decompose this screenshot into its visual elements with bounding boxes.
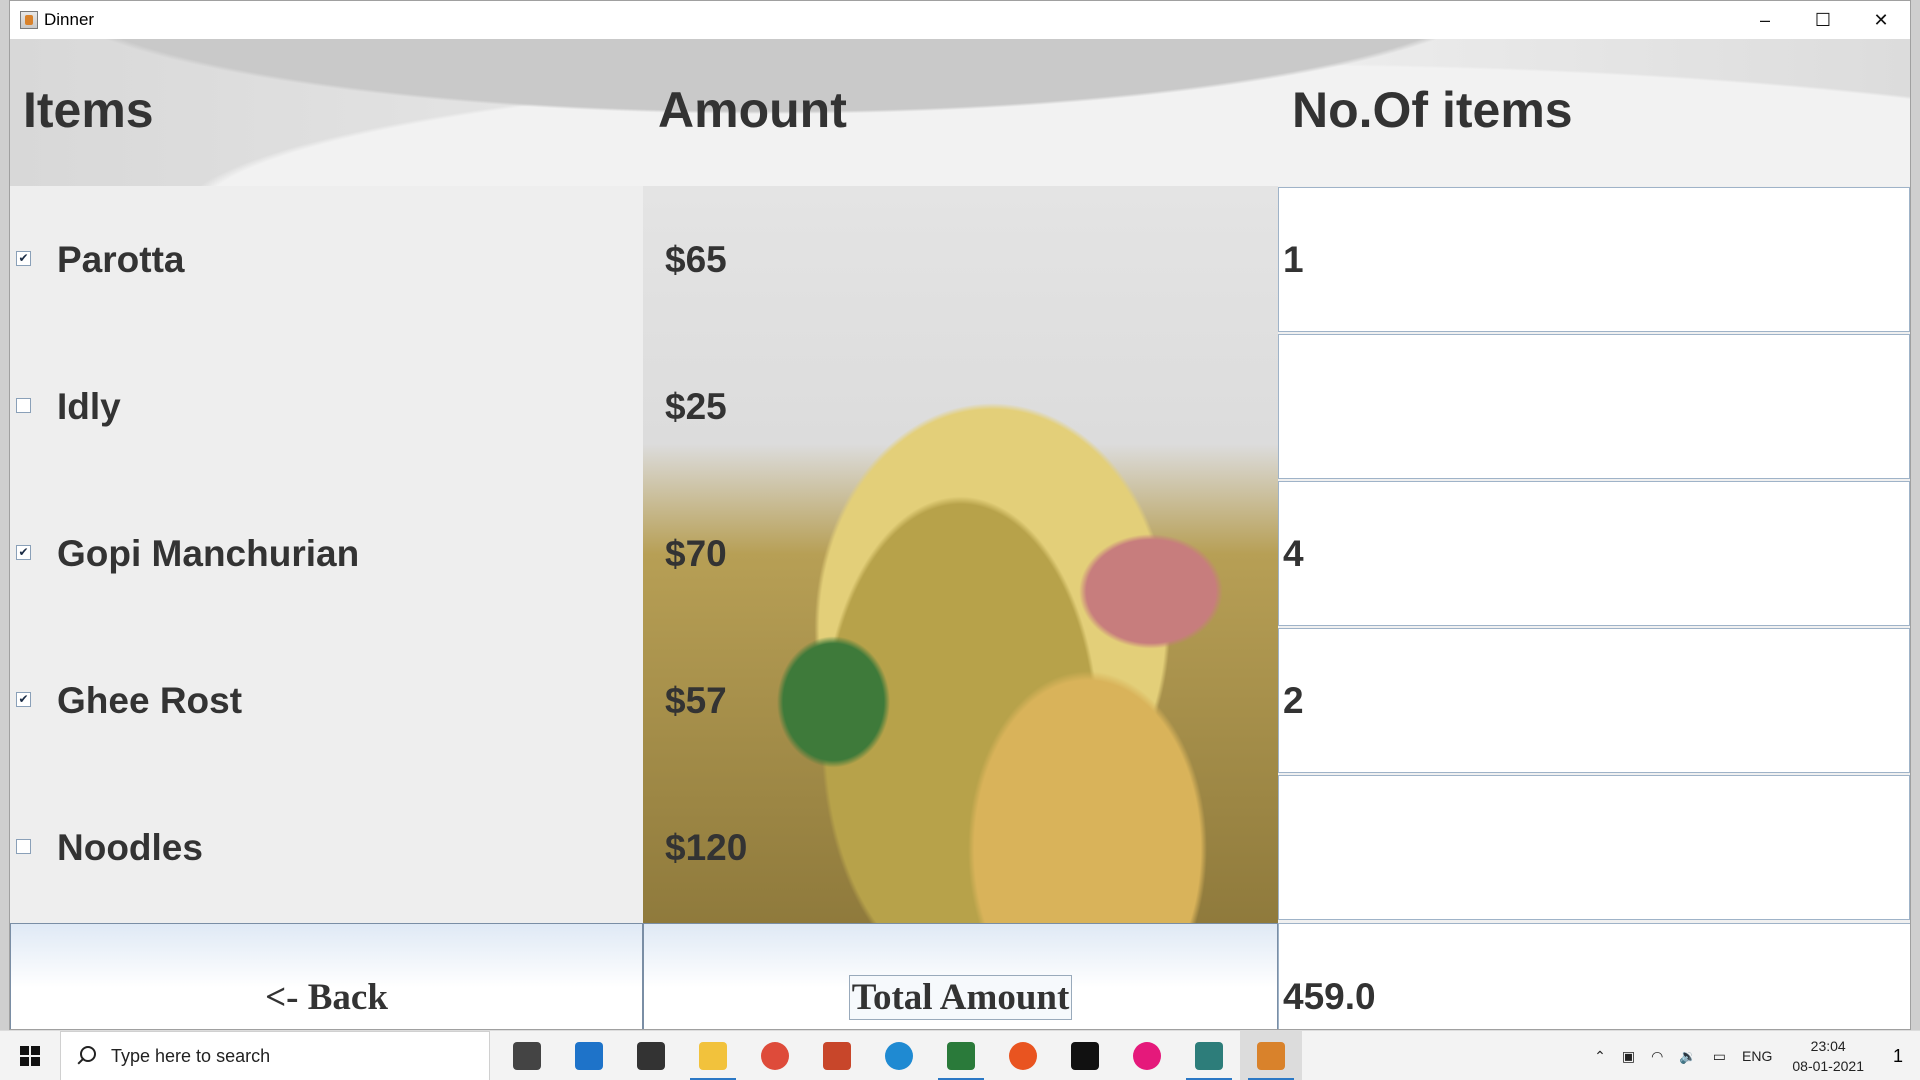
battery-icon[interactable]: ▭ [1705,1048,1734,1065]
mail-icon[interactable] [558,1031,620,1080]
item-checkbox-noodles[interactable] [16,839,31,854]
amount-header: Amount [658,82,847,138]
back-button[interactable]: <- Back [10,923,643,1029]
dinner-window: Dinner – ☐ ✕ Items Amount No.Of items ✔ … [9,0,1911,1030]
item-row: ✔ Parotta $65 1 [10,186,1910,333]
item-row: Noodles $120 [10,774,1910,921]
item-name: Idly [57,386,121,427]
total-amount-value: 459.0 [1283,976,1376,1017]
close-button[interactable]: ✕ [1852,1,1910,39]
task-view-icon[interactable] [496,1031,558,1080]
clock[interactable]: 23:04 08-01-2021 [1780,1036,1876,1076]
total-amount-label: Total Amount [848,974,1073,1020]
system-tray: ⌃ ▣ ◠ 🔉 ▭ ENG 23:04 08-01-2021 1 [1586,1031,1920,1080]
clock-time: 23:04 [1810,1038,1846,1054]
taskbar-pinned-apps [496,1031,1302,1080]
quantity-value: 1 [1283,238,1304,280]
edge-icon-glyph [885,1042,913,1070]
item-row: ✔ Gopi Manchurian $70 4 [10,480,1910,627]
count-header: No.Of items [1292,82,1573,138]
total-amount-field[interactable]: 459.0 [1278,923,1910,1029]
search-icon [75,1045,97,1067]
start-button[interactable] [0,1031,60,1080]
window-title: Dinner [44,10,95,29]
item-checkbox-ghee-rost[interactable]: ✔ [16,692,31,707]
item-price: $65 [665,239,727,280]
search-placeholder: Type here to search [111,1045,271,1066]
item-name: Gopi Manchurian [57,533,360,574]
file-explorer-icon[interactable] [682,1031,744,1080]
taskbar-search-box[interactable]: Type here to search [60,1031,490,1080]
wamp-icon[interactable] [1116,1031,1178,1080]
mail-icon-glyph [575,1042,603,1070]
terminal-icon[interactable] [1054,1031,1116,1080]
app-window-icon[interactable] [1178,1031,1240,1080]
notification-count: 1 [1892,1045,1903,1066]
back-button-label: <- Back [265,976,388,1018]
total-amount-button[interactable]: Total Amount [643,923,1278,1029]
ubuntu-icon-glyph [1009,1042,1037,1070]
maximize-button[interactable]: ☐ [1794,1,1852,39]
task-view-icon-glyph [513,1042,541,1070]
quantity-field[interactable] [1278,775,1910,920]
java-app-icon [20,11,38,29]
volume-icon[interactable]: 🔉 [1671,1048,1704,1065]
item-name: Ghee Rost [57,680,243,721]
item-name: Noodles [57,827,203,868]
java-icon-glyph [1257,1042,1285,1070]
item-row: Idly $25 [10,333,1910,480]
file-explorer-icon-glyph [699,1042,727,1070]
store-icon-glyph [637,1042,665,1070]
wifi-icon[interactable]: ◠ [1643,1048,1671,1065]
item-name: Parotta [57,239,185,280]
terminal-icon-glyph [1071,1042,1099,1070]
bottom-bar: <- Back Total Amount 459.0 [10,923,1910,1029]
store-icon[interactable] [620,1031,682,1080]
item-row: ✔ Ghee Rost $57 2 [10,627,1910,774]
chrome-icon[interactable] [744,1031,806,1080]
item-price: $120 [665,827,748,868]
java-icon[interactable] [1240,1031,1302,1080]
chevron-up-icon[interactable]: ⌃ [1586,1048,1614,1065]
quantity-value: 2 [1283,679,1304,721]
items-header: Items [23,82,154,138]
edge-icon[interactable] [868,1031,930,1080]
quantity-field[interactable]: 1 [1278,187,1910,332]
powerpoint-icon-glyph [823,1042,851,1070]
quantity-value: 4 [1283,532,1304,574]
clock-date: 08-01-2021 [1792,1058,1864,1074]
item-price: $25 [665,386,727,427]
app-window-icon-glyph [1195,1042,1223,1070]
quantity-field[interactable] [1278,334,1910,479]
window-controls: – ☐ ✕ [1736,1,1910,39]
language-indicator[interactable]: ENG [1734,1048,1780,1064]
item-checkbox-parotta[interactable]: ✔ [16,251,31,266]
item-price: $57 [665,680,727,721]
item-price: $70 [665,533,727,574]
sheets-icon-glyph [947,1042,975,1070]
quantity-field[interactable]: 4 [1278,481,1910,626]
ubuntu-icon[interactable] [992,1031,1054,1080]
title-bar[interactable]: Dinner – ☐ ✕ [10,1,1910,39]
minimize-button[interactable]: – [1736,1,1794,39]
sheets-icon[interactable] [930,1031,992,1080]
wamp-icon-glyph [1133,1042,1161,1070]
item-checkbox-gopi-manchurian[interactable]: ✔ [16,545,31,560]
meet-now-icon[interactable]: ▣ [1614,1048,1643,1065]
chrome-icon-glyph [761,1042,789,1070]
windows-logo-icon [20,1046,40,1066]
quantity-field[interactable]: 2 [1278,628,1910,773]
background-image-top [10,39,1910,186]
notification-center-icon[interactable]: 1 [1876,1031,1920,1080]
item-checkbox-idly[interactable] [16,398,31,413]
taskbar: Type here to search ⌃ ▣ ◠ 🔉 ▭ ENG 23:04 … [0,1030,1920,1080]
powerpoint-icon[interactable] [806,1031,868,1080]
content-area: Items Amount No.Of items ✔ Parotta $65 1… [10,39,1910,1029]
